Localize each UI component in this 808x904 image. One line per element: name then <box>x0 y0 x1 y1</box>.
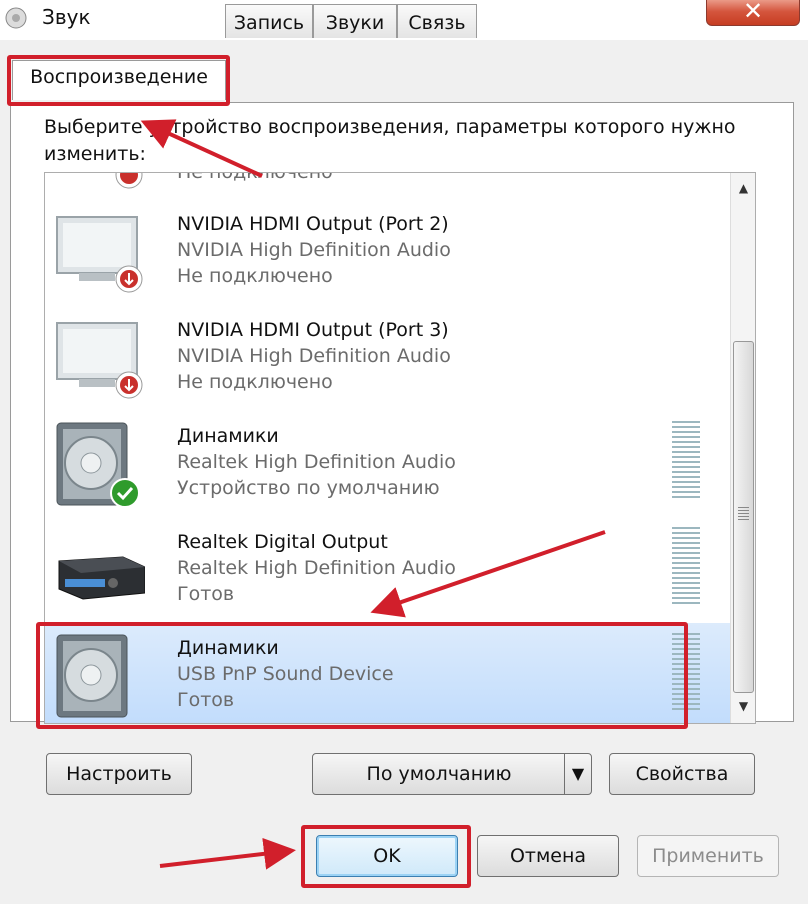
annotation-arrow <box>140 119 263 178</box>
annotation-arrow <box>159 837 296 870</box>
annotation-arrow <box>370 530 606 618</box>
annotation-arrows <box>140 119 606 870</box>
